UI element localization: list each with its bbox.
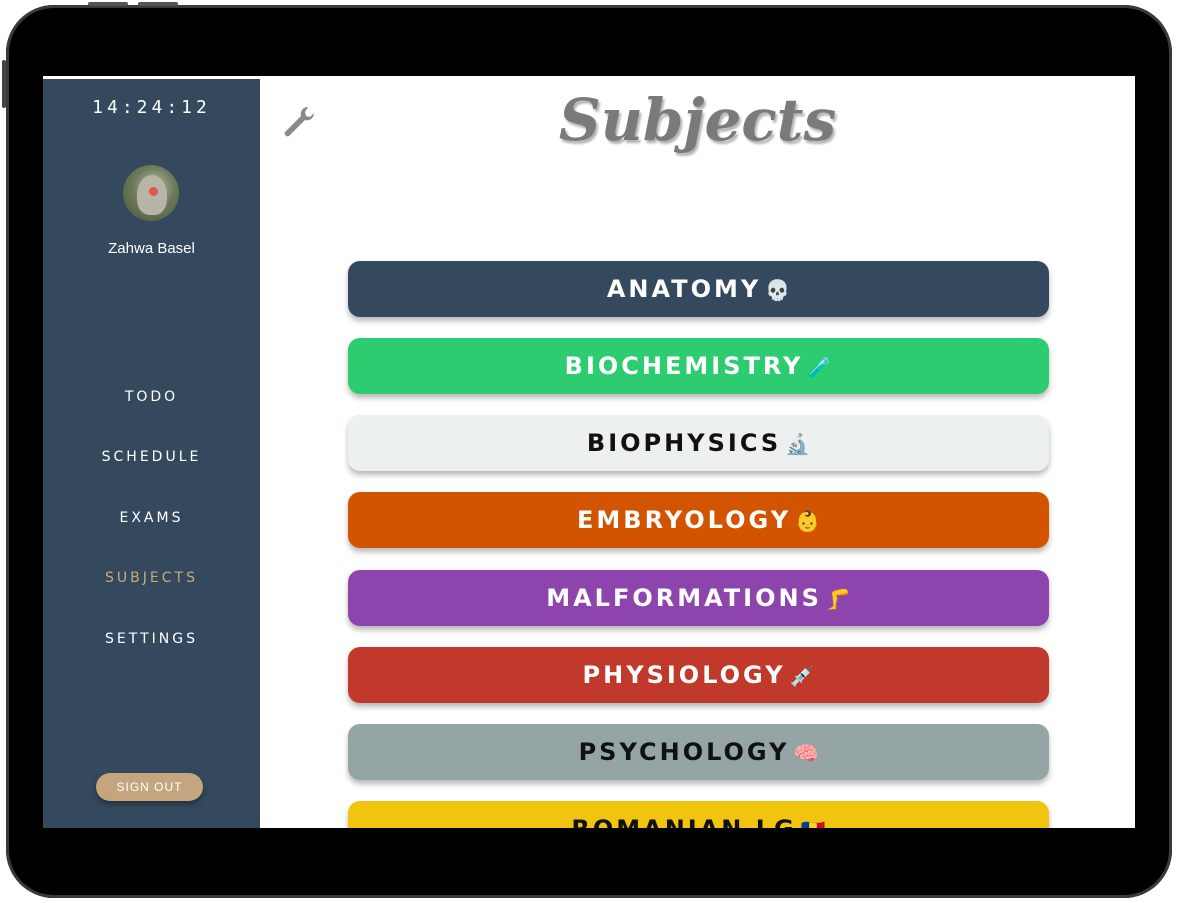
sidebar: 14:24:12 Zahwa Basel TODO SCHEDULE EXAMS… bbox=[43, 79, 260, 828]
subject-emoji: 🔬 bbox=[785, 432, 811, 456]
nav-item-exams[interactable]: EXAMS bbox=[43, 510, 260, 526]
subject-emoji: 👶 bbox=[795, 509, 820, 533]
subject-name: ROMANIAN LG bbox=[571, 815, 796, 828]
subject-button-embryology[interactable]: EMBRYOLOGY 👶 bbox=[348, 492, 1049, 548]
subject-name: ANATOMY bbox=[606, 275, 762, 303]
device-side-button bbox=[2, 60, 6, 108]
subject-name: PHYSIOLOGY bbox=[582, 661, 786, 689]
sign-out-button[interactable]: SIGN OUT bbox=[96, 773, 203, 801]
subject-button-malformations[interactable]: MALFORMATIONS 🦵 bbox=[348, 570, 1049, 626]
nav-item-subjects[interactable]: SUBJECTS bbox=[43, 570, 260, 586]
subject-button-physiology[interactable]: PHYSIOLOGY 💉 bbox=[348, 647, 1049, 703]
page-title: Subjects bbox=[558, 86, 837, 154]
avatar-bird-cheek bbox=[149, 187, 158, 196]
app-screen: 14:24:12 Zahwa Basel TODO SCHEDULE EXAMS… bbox=[43, 76, 1135, 828]
nav-item-settings[interactable]: SETTINGS bbox=[43, 631, 260, 647]
subject-button-romanian-lg[interactable]: ROMANIAN LG 🇷🇴 bbox=[348, 801, 1049, 828]
device-top-button bbox=[88, 2, 128, 6]
nav-item-todo[interactable]: TODO bbox=[43, 389, 260, 405]
clock: 14:24:12 bbox=[92, 97, 211, 118]
subject-name: EMBRYOLOGY bbox=[577, 506, 792, 534]
subject-name: BIOCHEMISTRY bbox=[564, 352, 804, 380]
subject-emoji: 💉 bbox=[789, 664, 815, 688]
subject-emoji: 🦵 bbox=[825, 587, 851, 611]
device-top-button bbox=[138, 2, 178, 6]
subject-emoji: 🧠 bbox=[793, 741, 819, 765]
subject-emoji: 🧪 bbox=[807, 355, 833, 379]
subject-emoji: 💀 bbox=[765, 278, 791, 302]
user-name: Zahwa Basel bbox=[108, 240, 195, 257]
subject-button-anatomy[interactable]: ANATOMY 💀 bbox=[348, 261, 1049, 317]
subject-button-biochemistry[interactable]: BIOCHEMISTRY 🧪 bbox=[348, 338, 1049, 394]
subject-emoji: 🇷🇴 bbox=[801, 818, 826, 828]
subject-name: BIOPHYSICS bbox=[586, 429, 782, 457]
nav-item-schedule[interactable]: SCHEDULE bbox=[43, 449, 260, 465]
avatar[interactable] bbox=[123, 165, 179, 221]
subject-name: PSYCHOLOGY bbox=[578, 738, 790, 766]
subject-button-biophysics[interactable]: BIOPHYSICS 🔬 bbox=[348, 415, 1049, 471]
subject-button-psychology[interactable]: PSYCHOLOGY 🧠 bbox=[348, 724, 1049, 780]
subject-name: MALFORMATIONS bbox=[546, 584, 822, 612]
